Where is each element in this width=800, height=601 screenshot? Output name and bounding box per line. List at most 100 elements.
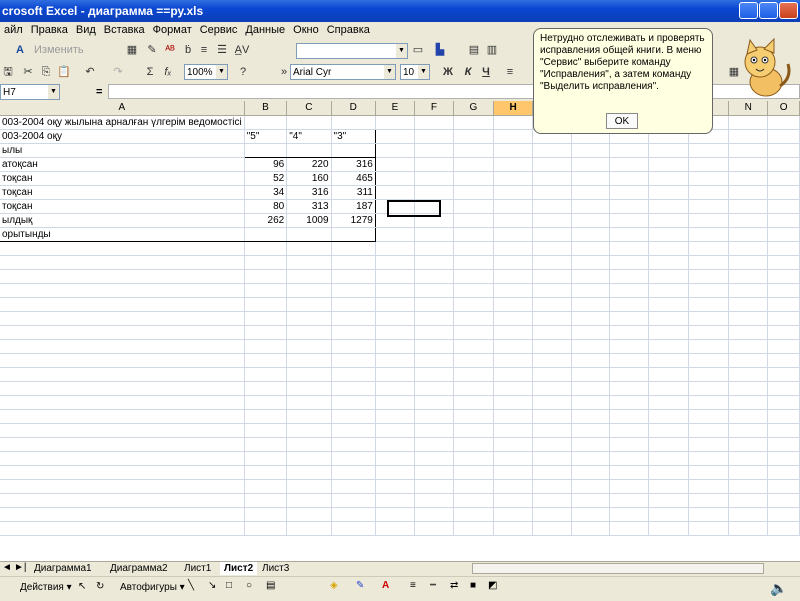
align-left-icon[interactable]: ≡ xyxy=(502,64,518,80)
cell[interactable] xyxy=(532,157,572,172)
cell[interactable] xyxy=(0,339,245,354)
cell[interactable] xyxy=(688,423,730,438)
cell[interactable] xyxy=(493,353,534,368)
cell[interactable] xyxy=(767,199,800,214)
cell[interactable] xyxy=(453,143,495,158)
cell[interactable] xyxy=(688,521,730,536)
cell[interactable] xyxy=(244,493,288,508)
cell[interactable] xyxy=(767,227,800,242)
cell[interactable] xyxy=(767,129,800,144)
cell[interactable] xyxy=(331,395,376,410)
cell[interactable] xyxy=(728,437,769,452)
column-header[interactable]: H xyxy=(493,101,534,116)
cell[interactable] xyxy=(767,479,800,494)
cell[interactable] xyxy=(0,395,245,410)
cell[interactable] xyxy=(532,185,572,200)
cell[interactable] xyxy=(688,395,730,410)
cell[interactable] xyxy=(688,381,730,396)
cell[interactable] xyxy=(244,325,288,340)
cell[interactable] xyxy=(648,521,689,536)
cell[interactable]: 262 xyxy=(243,213,288,228)
cell[interactable] xyxy=(532,311,572,326)
cell[interactable] xyxy=(286,451,332,466)
cell[interactable] xyxy=(493,451,534,466)
save-icon[interactable]: 🖫 xyxy=(0,64,16,80)
cell[interactable] xyxy=(688,185,730,200)
cell[interactable] xyxy=(414,423,454,438)
cell[interactable] xyxy=(728,507,769,522)
cell[interactable] xyxy=(767,297,800,312)
cell[interactable] xyxy=(571,255,611,270)
cell[interactable] xyxy=(414,395,454,410)
cell[interactable] xyxy=(609,423,650,438)
cell[interactable] xyxy=(414,171,454,186)
cell[interactable] xyxy=(414,409,454,424)
menu-item-5[interactable]: Сервис xyxy=(196,22,242,36)
cell[interactable] xyxy=(414,507,454,522)
cell[interactable] xyxy=(453,451,495,466)
cell[interactable] xyxy=(728,185,769,200)
cell[interactable] xyxy=(493,437,534,452)
cell[interactable] xyxy=(688,199,730,214)
cell[interactable] xyxy=(0,255,245,270)
cell[interactable] xyxy=(767,339,800,354)
cell[interactable] xyxy=(609,269,650,284)
cell[interactable] xyxy=(414,227,454,242)
cell[interactable]: тоқсан xyxy=(0,171,245,186)
cell[interactable] xyxy=(648,381,689,396)
cell[interactable] xyxy=(0,409,245,424)
column-header[interactable]: F xyxy=(414,101,454,116)
cell[interactable] xyxy=(728,115,769,130)
cell[interactable] xyxy=(571,409,611,424)
cell[interactable] xyxy=(493,367,534,382)
cell[interactable] xyxy=(532,521,572,536)
cell[interactable] xyxy=(244,465,288,480)
maximize-button[interactable] xyxy=(759,2,778,19)
cell[interactable] xyxy=(453,521,495,536)
line-color-icon[interactable]: ✎ xyxy=(356,580,364,591)
cell[interactable] xyxy=(414,269,454,284)
cell[interactable] xyxy=(609,395,650,410)
cell[interactable] xyxy=(609,493,650,508)
cell[interactable] xyxy=(453,381,495,396)
cell[interactable] xyxy=(728,241,769,256)
cell[interactable] xyxy=(532,423,572,438)
tip-ok-button[interactable]: OK xyxy=(606,113,638,129)
cell-table[interactable]: ABCDEFGHIJKLMNO003-2004 оқу жылына арнал… xyxy=(0,101,800,536)
format-icon[interactable]: ✎ xyxy=(144,42,160,58)
cell[interactable] xyxy=(728,381,769,396)
cell[interactable] xyxy=(767,423,800,438)
cell[interactable] xyxy=(453,297,495,312)
cell[interactable]: атоқсан xyxy=(0,157,245,172)
cell[interactable] xyxy=(375,171,415,186)
cell[interactable] xyxy=(728,129,769,144)
cell[interactable] xyxy=(532,479,572,494)
cell[interactable] xyxy=(244,353,288,368)
cell[interactable] xyxy=(728,297,769,312)
cell[interactable] xyxy=(767,395,800,410)
fill-color-icon[interactable]: ◈ xyxy=(330,580,338,591)
help-icon[interactable]: ? xyxy=(235,64,251,80)
cell[interactable] xyxy=(571,521,611,536)
italic-button[interactable]: К xyxy=(460,64,476,80)
cell[interactable] xyxy=(244,283,288,298)
cell[interactable]: 316 xyxy=(286,185,332,200)
cell[interactable]: 003-2004 оқу xyxy=(0,128,245,144)
font-combo[interactable]: Arial Cyr ▼ xyxy=(290,64,396,80)
cell[interactable] xyxy=(286,507,332,522)
cell[interactable] xyxy=(767,507,800,522)
style-combo[interactable]: ▼ xyxy=(296,43,408,59)
cell[interactable]: ылдық xyxy=(0,213,245,228)
spreadsheet-grid[interactable]: ABCDEFGHIJKLMNO003-2004 оқу жылына арнал… xyxy=(0,101,800,561)
cell[interactable] xyxy=(375,437,415,452)
cell[interactable] xyxy=(767,185,800,200)
cell[interactable] xyxy=(648,367,689,382)
cell[interactable] xyxy=(244,115,288,130)
cell[interactable] xyxy=(375,241,415,256)
cell[interactable] xyxy=(688,339,730,354)
cell[interactable] xyxy=(493,507,534,522)
cell[interactable] xyxy=(331,493,376,508)
cell[interactable] xyxy=(571,143,611,158)
cell[interactable]: 311 xyxy=(330,185,376,200)
cell[interactable] xyxy=(286,381,332,396)
